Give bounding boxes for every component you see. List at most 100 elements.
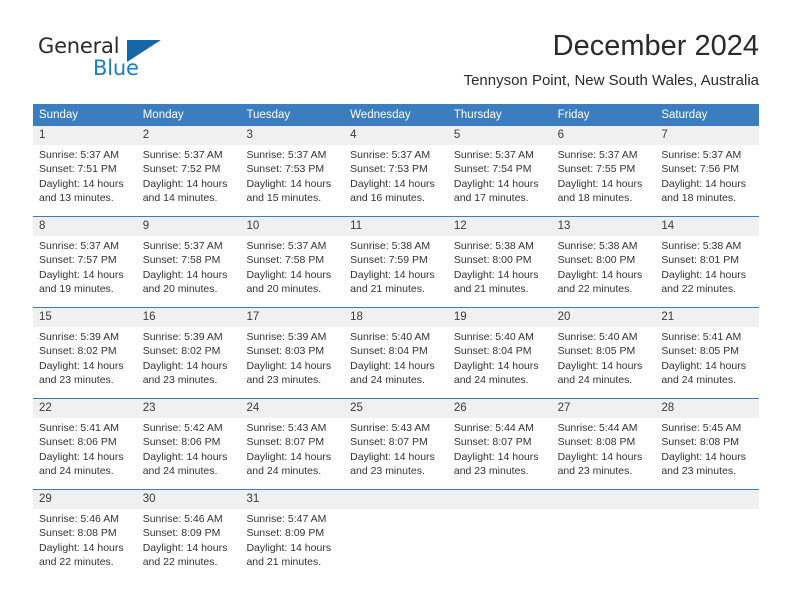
day-number[interactable]: 5 xyxy=(448,126,552,145)
day-number[interactable]: 14 xyxy=(655,217,759,236)
day-number[interactable]: 22 xyxy=(33,399,137,418)
day-cell[interactable]: Sunrise: 5:38 AM Sunset: 8:00 PM Daylight:… xyxy=(448,236,552,307)
day-cell[interactable]: Sunrise: 5:40 AM Sunset: 8:04 PM Daylight:… xyxy=(448,327,552,398)
day-sunset-text: Sunset: 7:52 PM xyxy=(142,163,221,176)
day-number[interactable]: 2 xyxy=(137,126,241,145)
day-daylight-text: Daylight: 14 hours xyxy=(453,268,539,281)
day-sunrise-text: Sunrise: 5:43 AM xyxy=(246,422,327,434)
day-daylight-text: and 19 minutes. xyxy=(39,283,114,296)
day-number[interactable]: 19 xyxy=(448,308,552,327)
day-number[interactable]: 31 xyxy=(240,490,344,509)
week-daynumber-band: 1234567 xyxy=(33,126,759,145)
day-number[interactable]: 12 xyxy=(448,217,552,236)
day-cell[interactable]: Sunrise: 5:37 AM Sunset: 7:58 PM Daylight:… xyxy=(137,236,241,307)
day-daylight-text: and 23 minutes. xyxy=(142,374,218,387)
day-cell[interactable]: Sunrise: 5:39 AM Sunset: 8:03 PM Daylight:… xyxy=(240,327,344,398)
day-cell[interactable]: Sunrise: 5:37 AM Sunset: 7:58 PM Daylight:… xyxy=(240,236,344,307)
day-number[interactable]: 20 xyxy=(552,308,656,327)
day-cell[interactable]: Sunrise: 5:44 AM Sunset: 8:07 PM Daylight:… xyxy=(448,418,552,489)
day-number[interactable]: 3 xyxy=(240,126,344,145)
day-daylight-text: Daylight: 14 hours xyxy=(557,450,643,463)
day-cell[interactable]: Sunrise: 5:43 AM Sunset: 8:07 PM Daylight:… xyxy=(344,418,448,489)
day-cell[interactable]: Sunrise: 5:38 AM Sunset: 7:59 PM Daylight:… xyxy=(344,236,448,307)
day-sunset-text: Sunset: 7:58 PM xyxy=(142,254,221,267)
day-number[interactable]: 23 xyxy=(137,399,241,418)
day-daylight-text: and 14 minutes. xyxy=(142,192,218,205)
day-sunrise-text: Sunrise: 5:47 AM xyxy=(246,513,327,525)
day-cell[interactable]: Sunrise: 5:37 AM Sunset: 7:51 PM Daylight:… xyxy=(33,145,137,216)
day-number[interactable]: 21 xyxy=(655,308,759,327)
day-number[interactable]: 8 xyxy=(33,217,137,236)
day-sunset-text: Sunset: 8:02 PM xyxy=(142,345,221,358)
day-daylight-text: and 22 minutes. xyxy=(39,556,114,569)
day-daylight-text: Daylight: 14 hours xyxy=(142,450,228,463)
day-number[interactable]: 18 xyxy=(344,308,448,327)
general-blue-logo[interactable]: General Blue xyxy=(33,34,203,90)
day-number[interactable]: 25 xyxy=(344,399,448,418)
day-daylight-text: Daylight: 14 hours xyxy=(350,359,435,372)
page-subtitle: Tennyson Point, New South Wales, Austral… xyxy=(463,72,759,89)
day-number[interactable]: 10 xyxy=(240,217,344,236)
day-number[interactable]: 17 xyxy=(240,308,344,327)
day-sunset-text: Sunset: 8:08 PM xyxy=(39,527,117,540)
day-cell[interactable]: Sunrise: 5:44 AM Sunset: 8:08 PM Daylight:… xyxy=(552,418,656,489)
day-number[interactable]: 27 xyxy=(552,399,656,418)
day-cell[interactable]: Sunrise: 5:46 AM Sunset: 8:09 PM Daylight:… xyxy=(137,509,241,580)
day-cell[interactable]: Sunrise: 5:38 AM Sunset: 8:00 PM Daylight:… xyxy=(552,236,656,307)
day-number[interactable]: 29 xyxy=(33,490,137,509)
day-number[interactable]: 24 xyxy=(240,399,344,418)
day-number[interactable]: 6 xyxy=(552,126,656,145)
day-number[interactable]: 13 xyxy=(552,217,656,236)
day-cell[interactable]: Sunrise: 5:45 AM Sunset: 8:08 PM Daylight:… xyxy=(655,418,759,489)
day-cell[interactable]: Sunrise: 5:37 AM Sunset: 7:52 PM Daylight:… xyxy=(137,145,241,216)
day-number[interactable]: 15 xyxy=(33,308,137,327)
day-cell[interactable]: Sunrise: 5:40 AM Sunset: 8:05 PM Daylight:… xyxy=(552,327,656,398)
day-number[interactable]: 11 xyxy=(344,217,448,236)
day-cell[interactable]: Sunrise: 5:42 AM Sunset: 8:06 PM Daylight:… xyxy=(137,418,241,489)
day-cell-empty xyxy=(448,509,552,580)
day-number[interactable]: 28 xyxy=(655,399,759,418)
day-cell[interactable]: Sunrise: 5:41 AM Sunset: 8:06 PM Daylight:… xyxy=(33,418,137,489)
day-cell[interactable]: Sunrise: 5:47 AM Sunset: 8:09 PM Daylight:… xyxy=(240,509,344,580)
week-daynumber-band: 15 16 17 18 19 20 21 xyxy=(33,308,759,327)
day-cell[interactable]: Sunrise: 5:43 AM Sunset: 8:07 PM Daylight:… xyxy=(240,418,344,489)
day-cell[interactable]: Sunrise: 5:37 AM Sunset: 7:57 PM Daylight:… xyxy=(33,236,137,307)
day-sunrise-text: Sunrise: 5:38 AM xyxy=(557,240,638,252)
day-cell[interactable]: Sunrise: 5:41 AM Sunset: 8:05 PM Daylight:… xyxy=(655,327,759,398)
day-daylight-text: and 22 minutes. xyxy=(557,283,633,296)
day-daylight-text: Daylight: 14 hours xyxy=(661,268,746,281)
day-cell[interactable]: Sunrise: 5:37 AM Sunset: 7:53 PM Daylight:… xyxy=(240,145,344,216)
day-daylight-text: Daylight: 14 hours xyxy=(661,450,746,463)
day-sunrise-text: Sunrise: 5:38 AM xyxy=(350,240,431,252)
week-detail-band: Sunrise: 5:37 AM Sunset: 7:57 PM Daylight:… xyxy=(33,236,759,307)
day-number[interactable]: 16 xyxy=(137,308,241,327)
day-cell[interactable]: Sunrise: 5:37 AM Sunset: 7:56 PM Daylight:… xyxy=(655,145,759,216)
day-daylight-text: Daylight: 14 hours xyxy=(142,359,228,372)
day-number[interactable]: 30 xyxy=(137,490,241,509)
day-number[interactable]: 26 xyxy=(448,399,552,418)
day-number[interactable]: 9 xyxy=(137,217,241,236)
day-cell[interactable]: Sunrise: 5:39 AM Sunset: 8:02 PM Daylight:… xyxy=(33,327,137,398)
day-number[interactable]: 4 xyxy=(344,126,448,145)
day-daylight-text: and 23 minutes. xyxy=(557,465,633,478)
day-cell[interactable]: Sunrise: 5:37 AM Sunset: 7:54 PM Daylight:… xyxy=(448,145,552,216)
day-sunrise-text: Sunrise: 5:41 AM xyxy=(39,422,119,434)
day-cell[interactable]: Sunrise: 5:37 AM Sunset: 7:55 PM Daylight:… xyxy=(552,145,656,216)
day-daylight-text: Daylight: 14 hours xyxy=(39,268,124,281)
day-daylight-text: and 21 minutes. xyxy=(453,283,529,296)
day-number[interactable]: 1 xyxy=(33,126,137,145)
day-cell[interactable]: Sunrise: 5:37 AM Sunset: 7:53 PM Daylight:… xyxy=(344,145,448,216)
day-cell[interactable]: Sunrise: 5:40 AM Sunset: 8:04 PM Daylight:… xyxy=(344,327,448,398)
day-number[interactable]: 7 xyxy=(655,126,759,145)
day-cell[interactable]: Sunrise: 5:39 AM Sunset: 8:02 PM Daylight:… xyxy=(137,327,241,398)
day-sunrise-text: Sunrise: 5:37 AM xyxy=(142,240,223,252)
logo-text-blue: Blue xyxy=(93,56,139,80)
day-sunrise-text: Sunrise: 5:37 AM xyxy=(246,240,327,252)
week-detail-band: Sunrise: 5:39 AM Sunset: 8:02 PM Daylight:… xyxy=(33,327,759,398)
weekday-header-wednesday: Wednesday xyxy=(350,109,411,121)
weekday-header-saturday: Saturday xyxy=(661,109,708,121)
logo-text-general: General xyxy=(38,34,120,58)
day-daylight-text: Daylight: 14 hours xyxy=(350,450,435,463)
day-cell[interactable]: Sunrise: 5:46 AM Sunset: 8:08 PM Daylight:… xyxy=(33,509,137,580)
day-cell[interactable]: Sunrise: 5:38 AM Sunset: 8:01 PM Daylight:… xyxy=(655,236,759,307)
